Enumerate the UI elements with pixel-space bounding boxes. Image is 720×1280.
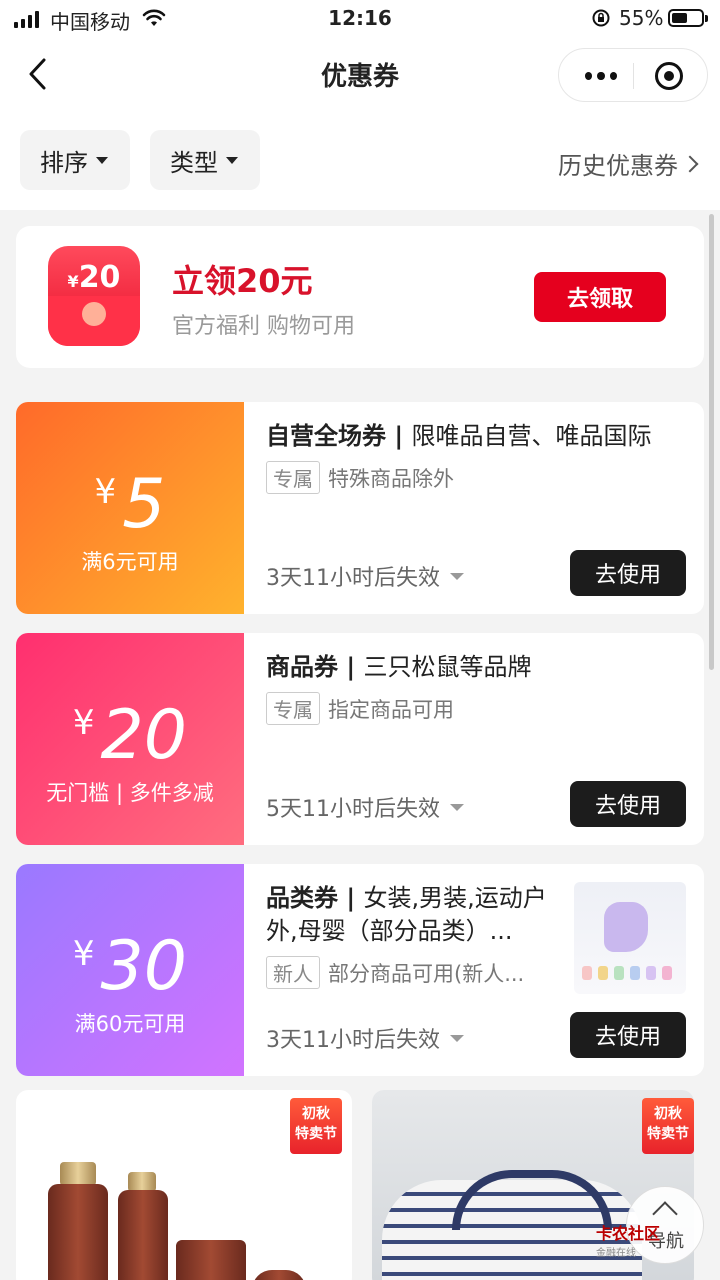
status-bar: 中国移动 12:16 55% [0,0,720,40]
product-bottle [176,1240,246,1280]
type-label: 类型 [170,148,218,177]
sock-swatch [598,966,608,980]
coupon-expiry[interactable]: 3天11小时后失效 [266,1022,464,1054]
coupon-note: 指定商品可用 [328,697,454,722]
history-label: 历史优惠券 [558,152,678,180]
filter-bar: 排序 类型 历史优惠券 [0,110,720,210]
sock-swatch [646,966,656,980]
red-packet-amount: ¥20 [67,260,121,295]
sock-image [604,902,648,952]
more-icon[interactable] [585,67,617,85]
rotation-lock-icon [592,9,610,27]
coupon-details: 自营全场券 | 限唯品自营、唯品国际 专属 特殊商品除外 [266,420,686,494]
coupon-tag-row: 专属 指定商品可用 [266,692,686,725]
sale-badge: 初秋 特卖节 [642,1098,694,1154]
coupon-card: ¥5 满6元可用 自营全场券 | 限唯品自营、唯品国际 专属 特殊商品除外 3天… [16,402,704,614]
product-thumbnail[interactable] [574,882,686,994]
chevron-right-icon [681,155,699,172]
coupon-perforation [234,864,254,1076]
promo-subtitle: 官方福利 购物可用 [172,314,355,339]
coupon-expiry[interactable]: 5天11小时后失效 [266,791,464,823]
watermark-logo: 卡农社区 金融在线 [596,1224,661,1259]
coupon-amount: ¥30 [72,927,188,1006]
red-packet-seal [82,302,106,326]
bottle-cap [128,1172,156,1192]
sock-swatch [614,966,624,980]
coupon-value-panel: ¥20 无门槛 | 多件多减 [16,633,244,845]
coupon-title: 自营全场券 | 限唯品自营、唯品国际 [266,422,652,450]
sock-swatch [630,966,640,980]
coupon-tag-row: 新人 部分商品可用(新人... [266,956,566,989]
coupon-title: 商品券 | 三只松鼠等品牌 [266,653,532,681]
claim-button[interactable]: 去领取 [534,272,666,322]
coupon-condition: 满60元可用 [74,1012,186,1036]
coupon-condition: 无门槛 | 多件多减 [46,781,214,805]
battery-icon [668,9,708,27]
battery-percent: 55% [619,6,664,30]
caret-down-icon [450,1034,464,1042]
coupon-condition: 满6元可用 [81,550,179,574]
bottle-cap [60,1162,96,1186]
promo-banner[interactable]: ¥20 立领20元 官方福利 购物可用 去领取 [16,226,704,368]
coupon-tag-row: 专属 特殊商品除外 [266,461,686,494]
sock-swatch [662,966,672,980]
product-jar [252,1270,306,1280]
nav-bar: 优惠券 [0,40,720,110]
use-coupon-button[interactable]: 去使用 [570,781,686,827]
coupon-tag: 专属 [266,461,320,494]
product-card[interactable]: 初秋 特卖节 [16,1090,352,1280]
caret-down-icon [96,156,108,164]
product-bottle [118,1190,168,1280]
coupon-value-panel: ¥30 满60元可用 [16,864,244,1076]
coupon-details: 商品券 | 三只松鼠等品牌 专属 指定商品可用 [266,651,686,725]
clock: 12:16 [328,6,392,30]
coupon-perforation [234,633,254,845]
caret-down-icon [450,803,464,811]
history-coupons-link[interactable]: 历史优惠券 [558,146,699,181]
coupon-title: 品类券 | 女装,男装,运动户外,母婴（部分品类）... [266,884,547,945]
coupon-expiry[interactable]: 3天11小时后失效 [266,560,464,592]
sort-label: 排序 [40,148,88,177]
coupon-note: 部分商品可用(新人... [328,961,525,986]
red-packet-icon: ¥20 [48,246,140,346]
product-bottle [48,1184,108,1280]
sort-dropdown[interactable]: 排序 [20,130,130,190]
coupon-card: ¥30 满60元可用 品类券 | 女装,男装,运动户外,母婴（部分品类）... … [16,864,704,1076]
battery-fill [672,13,687,23]
sock-swatch [582,966,592,980]
coupon-value-panel: ¥5 满6元可用 [16,402,244,614]
caret-down-icon [450,572,464,580]
sale-badge: 初秋 特卖节 [290,1098,342,1154]
use-coupon-button[interactable]: 去使用 [570,550,686,596]
use-coupon-button[interactable]: 去使用 [570,1012,686,1058]
coupon-perforation [234,402,254,614]
coupon-amount: ¥5 [94,465,166,544]
target-icon[interactable] [655,62,683,90]
coupon-details: 品类券 | 女装,男装,运动户外,母婴（部分品类）... 新人 部分商品可用(新… [266,882,566,989]
type-dropdown[interactable]: 类型 [150,130,260,190]
coupon-note: 特殊商品除外 [328,466,454,491]
promo-title: 立领20元 [172,262,313,300]
coupon-tag: 新人 [266,956,320,989]
coupon-card: ¥20 无门槛 | 多件多减 商品券 | 三只松鼠等品牌 专属 指定商品可用 5… [16,633,704,845]
coupon-amount: ¥20 [72,696,188,775]
caret-down-icon [226,156,238,164]
capsule-divider [633,63,634,89]
scroll-indicator[interactable] [709,214,714,670]
coupon-tag: 专属 [266,692,320,725]
mini-program-capsule [558,48,708,102]
